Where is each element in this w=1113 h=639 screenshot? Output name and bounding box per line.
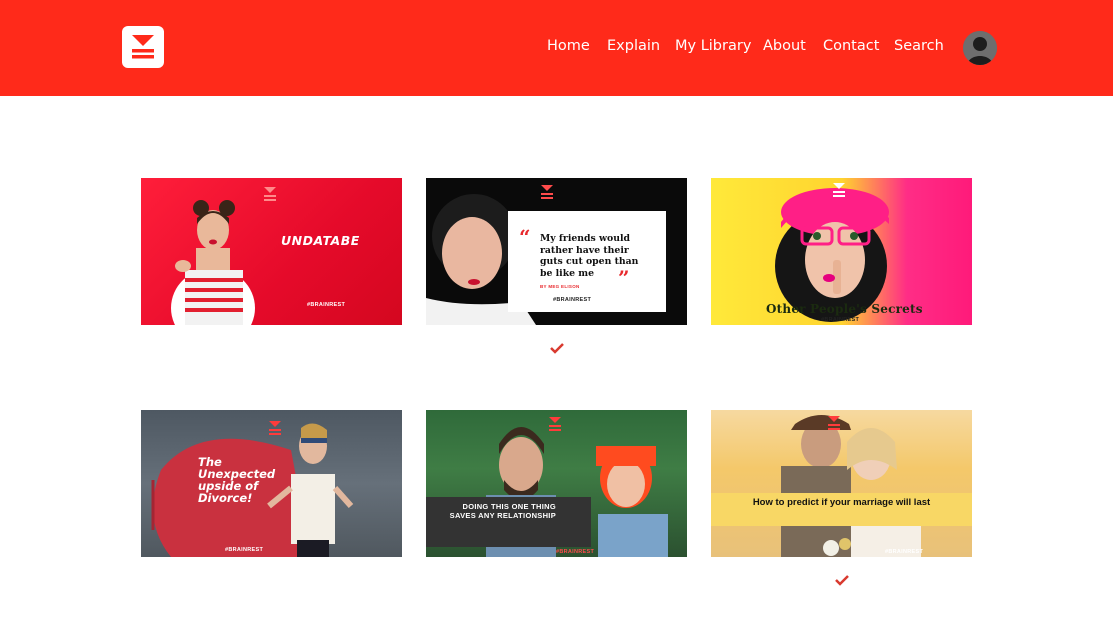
article-card-undatabe[interactable]: UNDATABE #BRAINREST	[141, 178, 402, 325]
brand-tag: #BRAINREST	[885, 549, 924, 555]
brainrest-mark-icon	[828, 416, 840, 430]
brainrest-mark-icon	[269, 421, 281, 435]
article-card-quote[interactable]: “ My friends would rather have their gut…	[426, 178, 687, 325]
brand-tag: #BRAINREST	[225, 547, 264, 553]
brand-tag: #BRAINREST	[307, 302, 346, 308]
article-card-divorce[interactable]: The Unexpected upside of Divorce! #BRAIN…	[141, 410, 402, 557]
nav-search[interactable]: Search	[894, 38, 944, 58]
nav-about[interactable]: About	[763, 38, 806, 58]
brainrest-mark-icon	[833, 183, 845, 197]
card-title: DOING THIS ONE THING SAVES ANY RELATIONS…	[449, 502, 556, 520]
brand-tag: #BRAINREST	[553, 297, 592, 303]
brainrest-logo-icon[interactable]	[122, 26, 164, 68]
open-quote-icon: “	[519, 225, 531, 249]
nav-home[interactable]: Home	[547, 38, 590, 58]
article-card-marriage[interactable]: How to predict if your marriage will las…	[711, 410, 972, 557]
card-title: How to predict if your marriage will las…	[752, 497, 931, 508]
quote-author: BY MEG ELISON	[540, 284, 580, 289]
card-title: UNDATABE	[281, 233, 360, 248]
checkmark-icon	[550, 343, 564, 354]
card-title: Other People's Secrets	[766, 302, 923, 316]
user-avatar-icon[interactable]	[963, 31, 997, 65]
top-header: Home Explain My Library About Contact Se…	[0, 0, 1113, 96]
nav-my-library[interactable]: My Library	[675, 38, 751, 58]
wedding-couple-illustration	[781, 415, 921, 557]
nav-explain[interactable]: Explain	[607, 38, 660, 58]
brainrest-mark-icon	[549, 417, 561, 431]
nav-contact[interactable]: Contact	[823, 38, 879, 58]
brainrest-mark-icon	[541, 185, 553, 199]
brand-tag: #BRAINREST	[556, 549, 595, 555]
brand-tag: #BRAINREST	[821, 317, 860, 323]
article-card-relationship[interactable]: DOING THIS ONE THING SAVES ANY RELATIONS…	[426, 410, 687, 557]
brainrest-mark-icon	[264, 187, 276, 201]
checkmark-icon	[835, 575, 849, 586]
article-card-other-peoples-secrets[interactable]: Other People's Secrets #BRAINREST	[711, 178, 972, 325]
close-quote-icon: ”	[618, 266, 630, 290]
quote-text: My friends would rather have their guts …	[540, 233, 639, 279]
quote-box: “ My friends would rather have their gut…	[508, 211, 666, 312]
card-title: The Unexpected upside of Divorce!	[198, 455, 276, 505]
